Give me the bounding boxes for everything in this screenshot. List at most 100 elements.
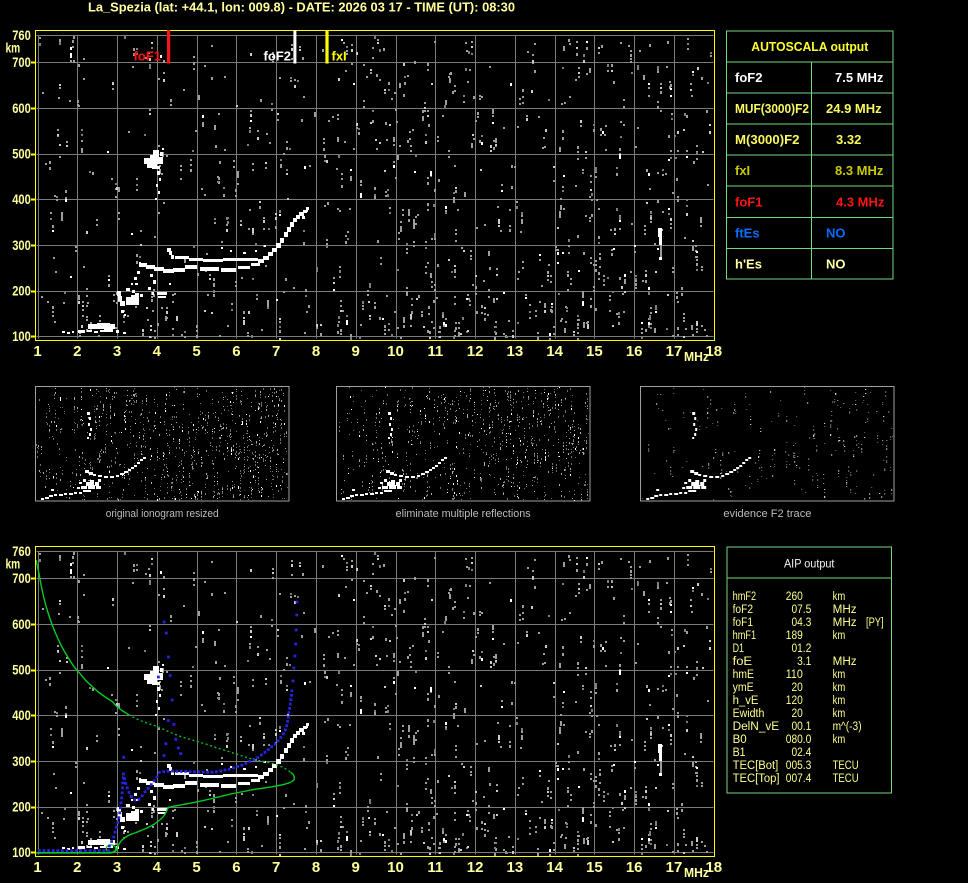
svg-text:20: 20: [792, 708, 803, 720]
svg-text:B1: B1: [733, 747, 746, 759]
svg-text:13: 13: [507, 343, 524, 360]
svg-text:km: km: [833, 734, 846, 746]
svg-text:La_Spezia (lat: +44.1, lon: 00: La_Spezia (lat: +44.1, lon: 009.8) - DAT…: [88, 0, 515, 15]
svg-text:10: 10: [387, 343, 404, 360]
svg-text:Ewidth: Ewidth: [733, 708, 765, 720]
svg-text:01: 01: [792, 643, 803, 655]
svg-text:km: km: [6, 40, 21, 55]
svg-text:6: 6: [232, 343, 240, 360]
svg-text:8: 8: [312, 859, 320, 876]
svg-text:hmF2: hmF2: [733, 591, 757, 603]
svg-text:400: 400: [12, 708, 31, 723]
svg-text:MHz: MHz: [684, 865, 709, 880]
svg-text:600: 600: [12, 617, 31, 632]
svg-text:B0: B0: [733, 734, 747, 746]
svg-text:260: 260: [786, 591, 803, 603]
svg-text:02: 02: [792, 747, 803, 759]
svg-text:h_vE: h_vE: [733, 695, 759, 707]
svg-text:ymE: ymE: [733, 682, 754, 694]
svg-text:12: 12: [467, 859, 484, 876]
svg-text:00: 00: [792, 721, 803, 733]
svg-text:km: km: [833, 630, 846, 642]
svg-text:5: 5: [192, 343, 200, 360]
svg-text:ftEs: ftEs: [735, 225, 760, 240]
svg-text:foF2: foF2: [264, 49, 291, 64]
svg-text:8.3 MHz: 8.3 MHz: [835, 163, 884, 178]
svg-text:110: 110: [786, 669, 803, 681]
svg-text:100: 100: [12, 329, 31, 344]
svg-text:500: 500: [12, 663, 31, 678]
svg-text:TECU: TECU: [833, 760, 859, 772]
svg-text:.5: .5: [803, 604, 812, 616]
svg-text:300: 300: [12, 754, 31, 769]
svg-text:8: 8: [312, 343, 320, 360]
svg-text:MHz: MHz: [833, 604, 857, 616]
svg-text:foF1: foF1: [735, 194, 762, 209]
svg-text:fxI: fxI: [332, 49, 347, 64]
svg-text:hmF1: hmF1: [733, 630, 757, 642]
svg-text:4: 4: [153, 343, 162, 360]
svg-text:17: 17: [666, 859, 683, 876]
svg-text:9: 9: [352, 859, 360, 876]
svg-text:[PY]: [PY]: [866, 617, 884, 629]
svg-text:3: 3: [113, 859, 121, 876]
svg-text:km: km: [833, 669, 846, 681]
svg-text:km: km: [833, 682, 846, 694]
svg-text:foF1: foF1: [134, 49, 161, 64]
svg-text:14: 14: [546, 343, 563, 360]
svg-text:005: 005: [786, 760, 803, 772]
svg-text:100: 100: [12, 845, 31, 860]
svg-text:MHz: MHz: [833, 656, 857, 668]
svg-text:17: 17: [666, 343, 683, 360]
svg-text:.2: .2: [803, 643, 812, 655]
svg-text:16: 16: [626, 343, 643, 360]
svg-text:13: 13: [507, 859, 524, 876]
svg-text:km: km: [833, 591, 846, 603]
svg-text:400: 400: [12, 192, 31, 207]
svg-text:700: 700: [12, 571, 31, 586]
svg-text:1: 1: [33, 859, 41, 876]
svg-text:km: km: [833, 708, 846, 720]
svg-text:km: km: [833, 695, 846, 707]
svg-text:TEC[Top]: TEC[Top]: [733, 773, 780, 785]
svg-text:12: 12: [467, 343, 484, 360]
svg-text:11: 11: [427, 859, 443, 876]
svg-text:foE: foE: [733, 656, 753, 668]
svg-text:9: 9: [352, 343, 360, 360]
svg-text:original ionogram resized: original ionogram resized: [106, 508, 219, 520]
svg-text:foF2: foF2: [733, 604, 753, 616]
svg-text:D1: D1: [733, 643, 744, 655]
svg-text:16: 16: [626, 859, 643, 876]
svg-text:2: 2: [73, 859, 81, 876]
svg-text:7: 7: [272, 859, 280, 876]
svg-text:07: 07: [792, 604, 803, 616]
svg-text:10: 10: [387, 859, 404, 876]
svg-text:080: 080: [786, 734, 803, 746]
svg-text:200: 200: [12, 800, 31, 815]
svg-text:M(3000)F2: M(3000)F2: [735, 132, 800, 147]
svg-text:h'Es: h'Es: [735, 257, 762, 272]
svg-text:700: 700: [12, 55, 31, 70]
svg-text:hmE: hmE: [733, 669, 755, 681]
svg-text:km: km: [6, 556, 21, 571]
svg-text:TECU: TECU: [833, 773, 859, 785]
svg-text:24.9 MHz: 24.9 MHz: [826, 101, 882, 116]
svg-text:4.3 MHz: 4.3 MHz: [836, 194, 885, 209]
svg-text:007: 007: [786, 773, 803, 785]
svg-text:300: 300: [12, 238, 31, 253]
svg-text:15: 15: [586, 859, 603, 876]
svg-text:14: 14: [546, 859, 563, 876]
svg-text:evidence F2 trace: evidence F2 trace: [723, 508, 811, 520]
svg-text:.1: .1: [803, 656, 812, 668]
svg-text:7.5 MHz: 7.5 MHz: [835, 70, 884, 85]
svg-text:AIP output: AIP output: [784, 557, 835, 571]
svg-text:NO: NO: [826, 257, 846, 272]
svg-text:fxI: fxI: [735, 163, 750, 178]
svg-text:foF1: foF1: [733, 617, 753, 629]
svg-text:120: 120: [786, 695, 803, 707]
svg-text:15: 15: [586, 343, 603, 360]
svg-text:7: 7: [272, 343, 280, 360]
svg-text:3.32: 3.32: [836, 132, 861, 147]
svg-text:DelN_vE: DelN_vE: [733, 721, 780, 733]
svg-text:2: 2: [73, 343, 81, 360]
